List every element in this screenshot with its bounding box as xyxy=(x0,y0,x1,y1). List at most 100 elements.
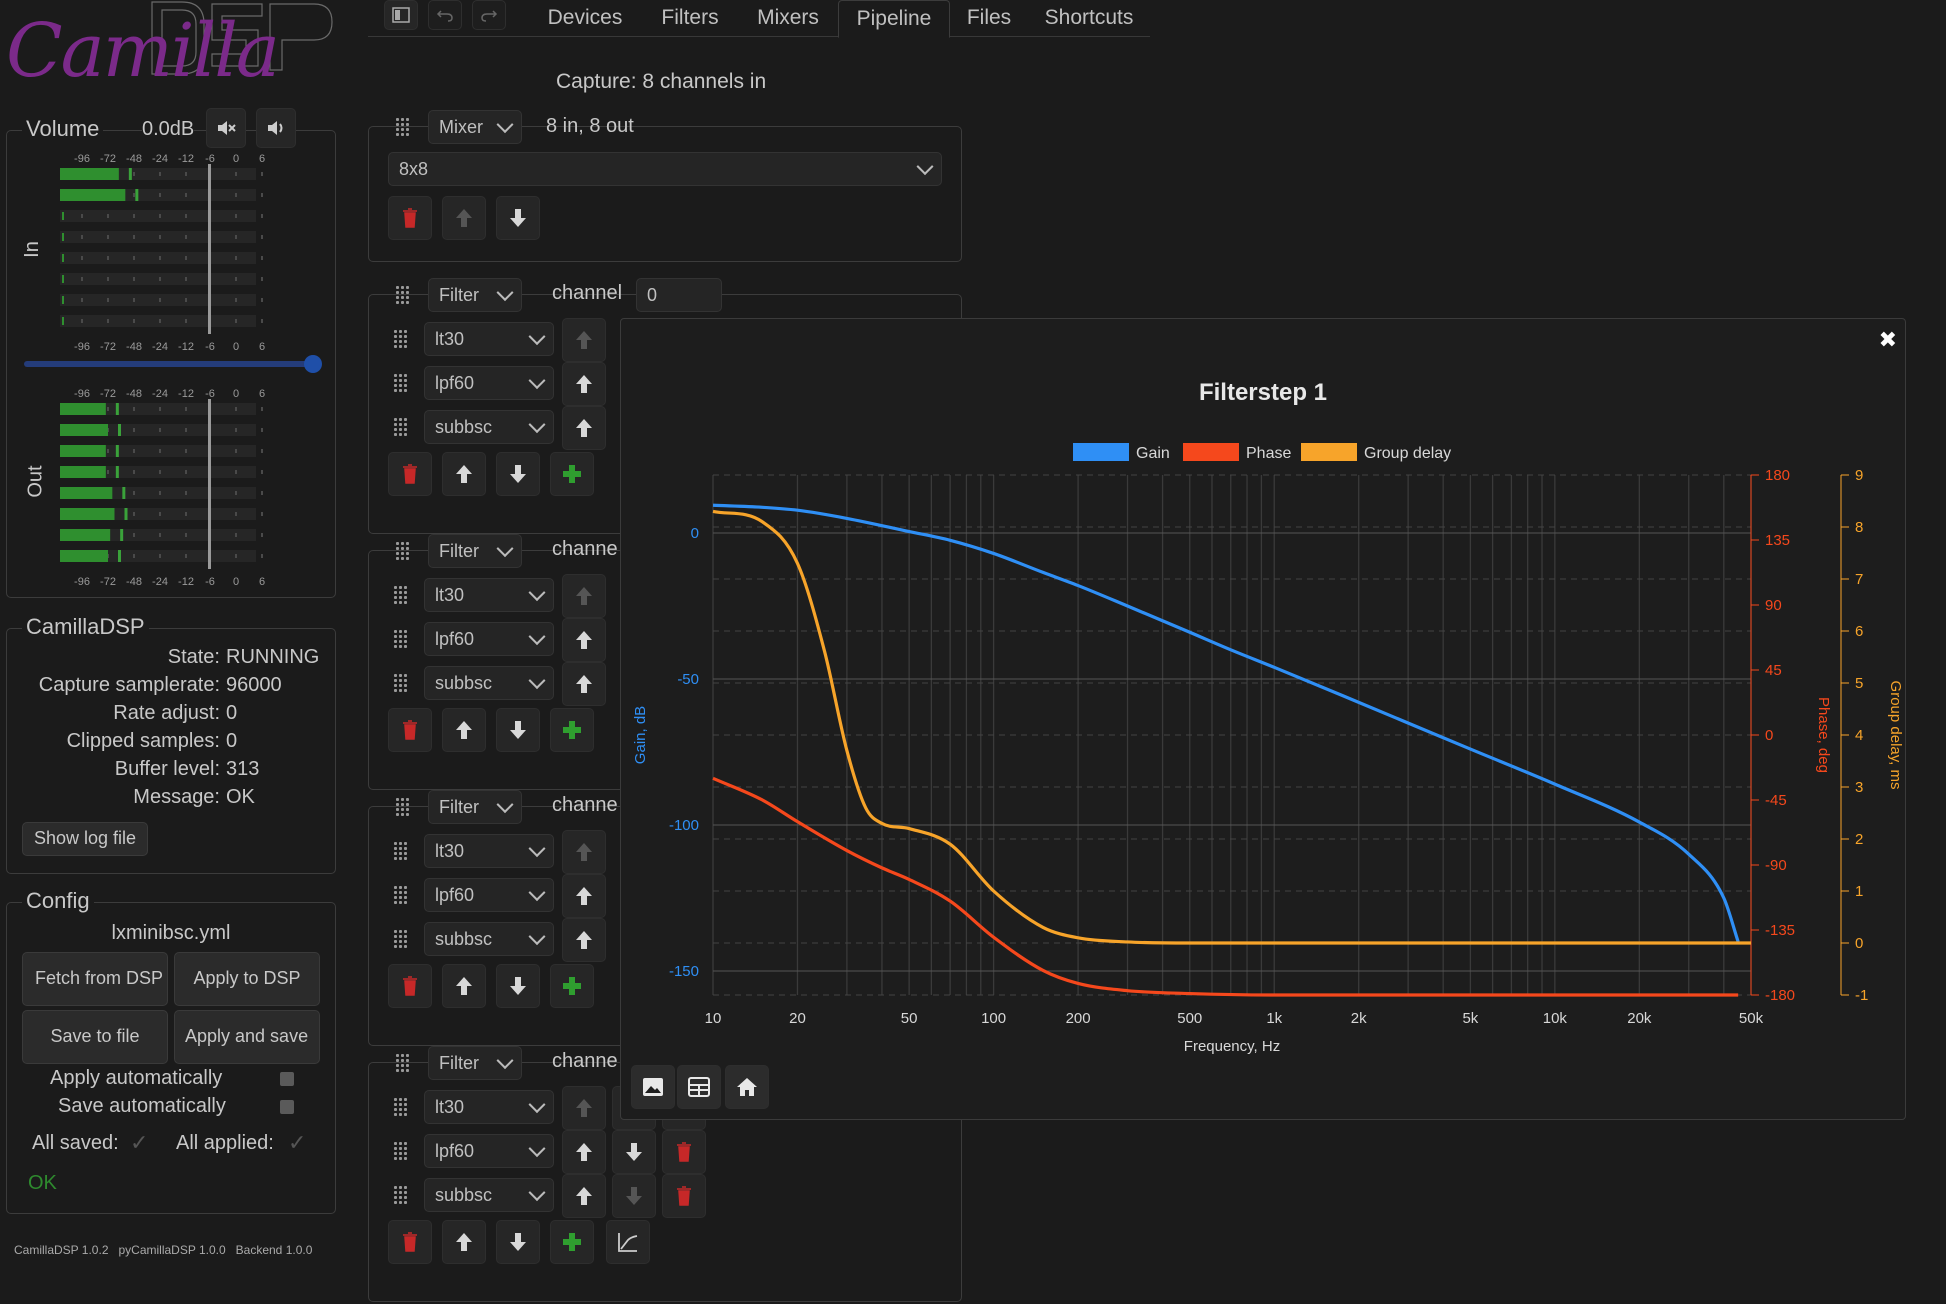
apply-to-dsp-button[interactable]: Apply to DSP xyxy=(174,952,320,1006)
delete-button[interactable] xyxy=(388,196,432,240)
filter-select[interactable]: lpf60 xyxy=(424,622,554,656)
drag-handle-icon[interactable] xyxy=(394,630,410,650)
delete-button[interactable] xyxy=(388,964,432,1008)
move-down-button[interactable] xyxy=(612,1130,656,1174)
tab-mixers[interactable]: Mixers xyxy=(738,0,838,36)
reset-view-button[interactable] xyxy=(725,1065,769,1109)
drag-handle-icon[interactable] xyxy=(394,1098,410,1118)
move-up-button[interactable] xyxy=(562,874,606,918)
drag-handle-icon[interactable] xyxy=(394,1142,410,1162)
step-type-select[interactable]: Filter xyxy=(428,534,522,568)
filter-select[interactable]: subbsc xyxy=(424,922,554,956)
redo-button[interactable] xyxy=(472,0,506,30)
fetch-from-dsp-button[interactable]: Fetch from DSP xyxy=(22,952,168,1006)
tab-files[interactable]: Files xyxy=(948,0,1030,36)
apply-automatically-checkbox[interactable] xyxy=(280,1072,294,1086)
filter-select[interactable]: subbsc xyxy=(424,666,554,700)
filter-select[interactable]: lpf60 xyxy=(424,878,554,912)
save-to-file-button[interactable]: Save to file xyxy=(22,1010,168,1064)
move-up-button[interactable] xyxy=(562,362,606,406)
filter-select[interactable]: subbsc xyxy=(424,410,554,444)
add-button[interactable] xyxy=(550,708,594,752)
drag-handle-icon[interactable] xyxy=(396,286,412,306)
delete-button[interactable] xyxy=(388,708,432,752)
move-down-button[interactable] xyxy=(496,1220,540,1264)
tab-shortcuts[interactable]: Shortcuts xyxy=(1030,0,1148,36)
move-up-button[interactable] xyxy=(562,1086,606,1130)
drag-handle-icon[interactable] xyxy=(394,586,410,606)
move-up-button[interactable] xyxy=(442,708,486,752)
drag-handle-icon[interactable] xyxy=(394,674,410,694)
add-button[interactable] xyxy=(550,452,594,496)
apply-and-save-button[interactable]: Apply and save xyxy=(174,1010,320,1064)
move-up-button[interactable] xyxy=(562,1130,606,1174)
move-up-button[interactable] xyxy=(442,452,486,496)
move-down-button[interactable] xyxy=(496,452,540,496)
save-automatically-checkbox[interactable] xyxy=(280,1100,294,1114)
move-up-button[interactable] xyxy=(442,196,486,240)
sidebar-toggle-button[interactable] xyxy=(384,0,418,30)
table-view-button[interactable] xyxy=(677,1065,721,1109)
tab-filters[interactable]: Filters xyxy=(642,0,738,36)
legend-swatch[interactable] xyxy=(1301,443,1357,461)
move-down-button[interactable] xyxy=(496,708,540,752)
add-button[interactable] xyxy=(550,1220,594,1264)
drag-handle-icon[interactable] xyxy=(396,542,412,562)
volume-slider[interactable] xyxy=(24,355,323,373)
delete-button[interactable] xyxy=(388,452,432,496)
filter-select[interactable]: lt30 xyxy=(424,322,554,356)
channel-input[interactable]: 0 xyxy=(636,278,722,312)
legend-label[interactable]: Phase xyxy=(1246,445,1291,462)
step-type-select[interactable]: Mixer xyxy=(428,110,522,144)
mixer-select[interactable]: 8x8 xyxy=(388,152,942,186)
filter-select[interactable]: lpf60 xyxy=(424,1134,554,1168)
move-up-button[interactable] xyxy=(562,618,606,662)
plot-button[interactable] xyxy=(606,1220,650,1264)
drag-handle-icon[interactable] xyxy=(396,118,412,138)
undo-button[interactable] xyxy=(428,0,462,30)
filter-select[interactable]: lpf60 xyxy=(424,366,554,400)
tab-pipeline[interactable]: Pipeline xyxy=(838,0,950,38)
move-up-button[interactable] xyxy=(562,574,606,618)
filter-select[interactable]: lt30 xyxy=(424,834,554,868)
move-down-button[interactable] xyxy=(496,964,540,1008)
show-log-button[interactable]: Show log file xyxy=(22,822,148,856)
volume-slider-knob[interactable] xyxy=(304,355,323,373)
mute-button[interactable] xyxy=(206,108,246,148)
move-down-button[interactable] xyxy=(496,196,540,240)
move-up-button[interactable] xyxy=(562,318,606,362)
drag-handle-icon[interactable] xyxy=(394,330,410,350)
legend-label[interactable]: Group delay xyxy=(1364,445,1451,462)
move-up-button[interactable] xyxy=(562,662,606,706)
move-up-button[interactable] xyxy=(562,406,606,450)
drag-handle-icon[interactable] xyxy=(394,418,410,438)
delete-button[interactable] xyxy=(662,1130,706,1174)
legend-swatch[interactable] xyxy=(1183,443,1239,461)
move-up-button[interactable] xyxy=(442,964,486,1008)
unmute-button[interactable] xyxy=(256,108,296,148)
delete-button[interactable] xyxy=(388,1220,432,1264)
delete-button[interactable] xyxy=(662,1174,706,1218)
step-type-select[interactable]: Filter xyxy=(428,1046,522,1080)
move-up-button[interactable] xyxy=(562,918,606,962)
filter-select[interactable]: lt30 xyxy=(424,578,554,612)
drag-handle-icon[interactable] xyxy=(394,930,410,950)
legend-swatch[interactable] xyxy=(1073,443,1129,461)
legend-label[interactable]: Gain xyxy=(1136,445,1170,462)
move-down-button[interactable] xyxy=(612,1174,656,1218)
drag-handle-icon[interactable] xyxy=(394,842,410,862)
move-up-button[interactable] xyxy=(562,1174,606,1218)
drag-handle-icon[interactable] xyxy=(396,798,412,818)
drag-handle-icon[interactable] xyxy=(394,374,410,394)
filter-select[interactable]: lt30 xyxy=(424,1090,554,1124)
drag-handle-icon[interactable] xyxy=(394,886,410,906)
step-type-select[interactable]: Filter xyxy=(428,790,522,824)
move-up-button[interactable] xyxy=(562,830,606,874)
drag-handle-icon[interactable] xyxy=(396,1054,412,1074)
save-image-button[interactable] xyxy=(631,1065,675,1109)
step-type-select[interactable]: Filter xyxy=(428,278,522,312)
add-button[interactable] xyxy=(550,964,594,1008)
drag-handle-icon[interactable] xyxy=(394,1186,410,1206)
tab-devices[interactable]: Devices xyxy=(528,0,642,36)
filter-select[interactable]: subbsc xyxy=(424,1178,554,1212)
